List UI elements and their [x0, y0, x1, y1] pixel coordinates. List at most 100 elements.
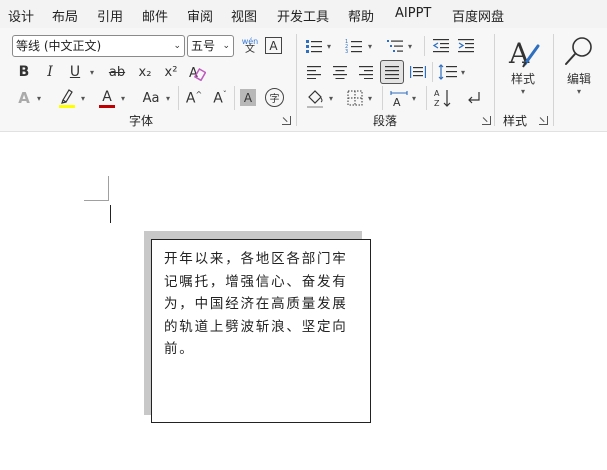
enclose-characters-icon: 字: [269, 94, 280, 105]
shrink-font-button[interactable]: Aˇ: [210, 88, 230, 108]
phonetic-guide-button[interactable]: wén 文: [239, 35, 261, 57]
font-name-select[interactable]: 等线 (中文正文) ⌄: [12, 35, 185, 57]
divider: [178, 86, 179, 110]
group-label-paragraph: 段落: [373, 114, 398, 128]
strikethrough-button[interactable]: ab: [105, 62, 129, 82]
menu-review[interactable]: 审阅: [187, 6, 213, 25]
margin-corner-mark-vertical: [108, 176, 109, 201]
paragraph-dialog-launcher-icon[interactable]: [482, 116, 491, 125]
subscript-button[interactable]: x₂: [134, 62, 156, 82]
menu-baidu-netdisk[interactable]: 百度网盘: [452, 6, 504, 25]
change-case-dropdown-icon[interactable]: ▾: [166, 94, 170, 103]
subscript-icon: x₂: [138, 64, 152, 80]
text-box[interactable]: 开年以来，各地区各部门牢记嘱托，增强信心、奋发有为，中国经济在高质量发展的轨道上…: [151, 239, 371, 423]
align-center-button[interactable]: [330, 62, 350, 82]
align-right-icon: [359, 66, 373, 79]
styles-dropdown-icon: ▾: [520, 87, 525, 96]
chevron-down-icon: ⌄: [222, 41, 230, 51]
divider: [426, 86, 427, 110]
underline-button[interactable]: U: [65, 62, 85, 82]
multilevel-list-button[interactable]: [385, 36, 405, 56]
text-box-content[interactable]: 开年以来，各地区各部门牢记嘱托，增强信心、奋发有为，中国经济在高质量发展的轨道上…: [164, 248, 360, 361]
svg-text:A: A: [434, 89, 440, 98]
borders-dropdown-icon[interactable]: ▾: [368, 94, 372, 103]
font-size-select[interactable]: 五号 ⌄: [187, 35, 234, 57]
numbering-dropdown-icon[interactable]: ▾: [368, 42, 372, 51]
italic-button[interactable]: I: [40, 62, 60, 82]
character-border-icon: A: [269, 38, 278, 53]
editing-button[interactable]: 编辑 ▾: [557, 34, 601, 104]
character-shading-button[interactable]: A: [240, 89, 256, 106]
change-case-button[interactable]: Aa: [138, 88, 164, 108]
shrink-font-icon: Aˇ: [213, 89, 227, 107]
align-right-button[interactable]: [356, 62, 376, 82]
paragraph-mark-icon: [468, 92, 480, 104]
underline-dropdown-icon[interactable]: ▾: [90, 68, 94, 77]
increase-indent-button[interactable]: [456, 36, 476, 56]
distributed-button[interactable]: [408, 62, 428, 82]
font-dialog-launcher-icon[interactable]: [282, 116, 291, 125]
shading-button[interactable]: [304, 86, 326, 110]
menu-view[interactable]: 视图: [231, 6, 257, 25]
font-color-button[interactable]: A: [96, 86, 118, 110]
clear-formatting-button[interactable]: A: [186, 62, 208, 82]
menu-aippt[interactable]: AIPPT: [395, 6, 431, 21]
enclose-characters-button[interactable]: 字: [265, 88, 284, 107]
text-effects-dropdown-icon[interactable]: ▾: [37, 94, 41, 103]
phonetic-guide-icon-bottom: 文: [245, 44, 255, 55]
line-spacing-dropdown-icon[interactable]: ▾: [461, 68, 465, 77]
align-center-icon: [333, 66, 347, 79]
bullets-dropdown-icon[interactable]: ▾: [327, 42, 331, 51]
bold-button[interactable]: B: [14, 62, 34, 82]
chinese-layout-dropdown-icon[interactable]: ▾: [412, 94, 416, 103]
divider: [424, 36, 425, 56]
strikethrough-icon: ab: [108, 64, 126, 80]
numbering-button[interactable]: 1 2 3: [344, 36, 364, 56]
character-shading-icon: A: [243, 90, 253, 105]
menu-mailings[interactable]: 邮件: [142, 6, 168, 25]
superscript-button[interactable]: x²: [160, 62, 182, 82]
line-spacing-button[interactable]: [437, 62, 459, 82]
menu-references[interactable]: 引用: [97, 6, 123, 25]
styles-label: 样式: [510, 72, 535, 86]
borders-button[interactable]: [345, 88, 365, 108]
font-color-icon: A: [102, 88, 112, 105]
align-left-icon: [307, 66, 321, 79]
editing-label: 编辑: [566, 72, 591, 86]
text-effects-icon: A: [18, 89, 30, 107]
svg-text:A: A: [393, 96, 401, 108]
document-page[interactable]: 开年以来，各地区各部门牢记嘱托，增强信心、奋发有为，中国经济在高质量发展的轨道上…: [0, 133, 607, 470]
highlighter-icon: [59, 89, 75, 108]
menu-help[interactable]: 帮助: [348, 6, 374, 25]
group-label-font: 字体: [129, 114, 154, 128]
group-divider: [296, 34, 297, 126]
divider: [234, 86, 235, 110]
align-left-button[interactable]: [304, 62, 324, 82]
justify-button[interactable]: [380, 60, 404, 84]
svg-text:A: A: [508, 37, 530, 70]
divider: [382, 86, 383, 110]
show-marks-button[interactable]: [462, 86, 484, 110]
borders-icon: [347, 90, 363, 106]
increase-indent-icon: [458, 39, 474, 53]
chinese-layout-icon: A: [390, 91, 408, 108]
styles-dialog-launcher-icon[interactable]: [539, 116, 548, 125]
shading-dropdown-icon[interactable]: ▾: [329, 94, 333, 103]
multilevel-dropdown-icon[interactable]: ▾: [408, 42, 412, 51]
font-color-dropdown-icon[interactable]: ▾: [121, 94, 125, 103]
menu-layout[interactable]: 布局: [52, 6, 78, 25]
decrease-indent-icon: [432, 39, 449, 53]
grow-font-button[interactable]: A^: [184, 88, 204, 108]
bullets-button[interactable]: [304, 36, 324, 56]
highlight-dropdown-icon[interactable]: ▾: [81, 94, 85, 103]
margin-corner-mark-horizontal: [84, 200, 109, 201]
sort-button[interactable]: A Z: [432, 86, 454, 110]
text-effects-button[interactable]: A: [14, 88, 34, 108]
decrease-indent-button[interactable]: [431, 36, 451, 56]
menu-design[interactable]: 设计: [8, 6, 34, 25]
highlight-color-button[interactable]: [56, 86, 78, 110]
chinese-layout-button[interactable]: A: [388, 86, 410, 110]
styles-button[interactable]: A 样式 ▾: [500, 34, 546, 104]
menu-developer[interactable]: 开发工具: [277, 6, 329, 25]
character-border-button[interactable]: A: [265, 37, 282, 54]
